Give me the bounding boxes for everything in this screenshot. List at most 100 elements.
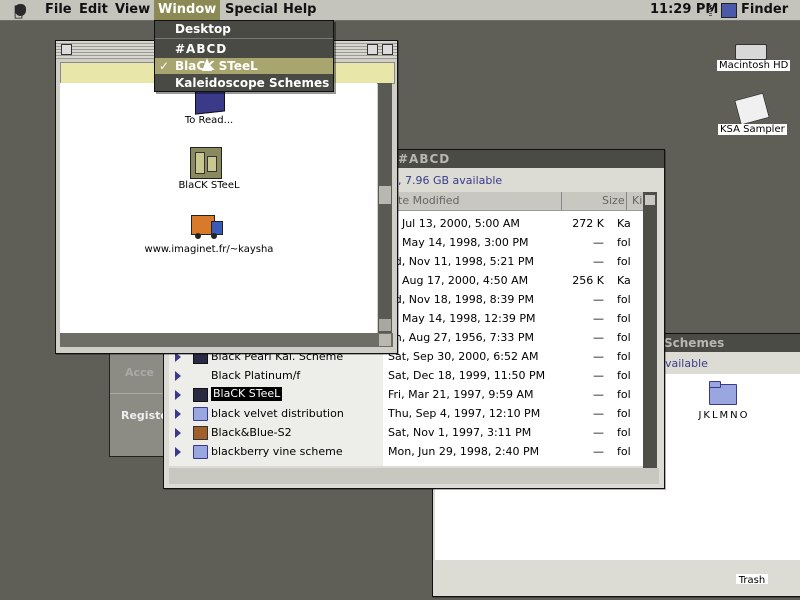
trash-label[interactable]: Trash [736,574,768,584]
divider-grip-icon [709,4,712,16]
date-modified: Sat, Dec 18, 1999, 11:50 PM [388,369,546,382]
collapse-box-icon[interactable] [382,44,393,55]
file-size: 272 K [572,217,604,230]
kaleidoscope-info: vailable [665,357,708,370]
file-kind: Ka [617,217,631,230]
resize-grip-icon[interactable] [379,334,391,346]
scroll-thumb[interactable] [379,186,391,204]
date-modified: u, Jul 13, 2000, 5:00 AM [388,217,520,230]
finder-icon [721,3,737,18]
file-kind: fol [617,426,631,439]
menu-window[interactable]: Window [154,0,221,20]
column-kind-header[interactable]: Ki [632,194,642,207]
file-name: blackberry vine scheme [211,445,343,458]
control-panel-icon[interactable] [190,147,222,179]
menu-help[interactable]: Help [280,0,319,20]
file-name: black velvet distribution [211,407,344,420]
file-size: — [593,426,604,439]
file-size: — [593,293,604,306]
black-steel-icon-label[interactable]: BlaCK STeeL [155,180,263,191]
table-row[interactable]: Black Platinum/f Sat, Dec 18, 1999, 11:50… [169,366,643,385]
background-window-divider [110,393,170,394]
folder-icon [193,445,208,459]
file-kind: fol [617,407,631,420]
bottom-bar [169,468,659,484]
horizontal-scrollbar[interactable] [60,333,393,347]
application-menu[interactable]: Finder [741,0,788,20]
file-size: — [593,331,604,344]
background-window-label: Registe [121,409,168,422]
date-modified: Sat, Sep 30, 2000, 6:52 AM [388,350,539,363]
disclosure-triangle-icon[interactable] [175,371,181,381]
menu-edit[interactable]: Edit [76,0,111,20]
black-steel-content: To Read... BlaCK STeeL www.imaginet.fr/~… [60,83,377,333]
file-size: — [593,350,604,363]
jklmno-folder-icon[interactable] [709,380,737,405]
table-row[interactable]: blackberry vine scheme Mon, Jun 29, 1998,… [169,442,643,461]
menu-bar:  File Edit View Window Special Help 11:… [0,0,800,21]
macintosh-hd-label[interactable]: Macintosh HD [717,60,791,71]
file-kind: fol [617,331,631,344]
file-kind: fol [617,350,631,363]
disclosure-triangle-icon[interactable] [175,428,181,438]
scheme-icon [193,388,208,402]
disclosure-triangle-icon[interactable] [175,390,181,400]
table-row[interactable]: Black&Blue-S2 Sat, Nov 1, 1997, 3:11 PM — f… [169,423,643,442]
date-modified: u, Aug 17, 2000, 4:50 AM [388,274,529,287]
zoom-box-icon[interactable] [367,44,378,55]
menu-item-kaleidoscope-schemes[interactable]: Kaleidoscope Schemes [155,75,333,91]
date-modified: ed, Nov 11, 1998, 5:21 PM [388,255,535,268]
to-read-label[interactable]: To Read... [155,115,263,126]
menu-item-abcd[interactable]: #ABCD [155,41,333,57]
vertical-scrollbar[interactable] [378,83,392,333]
ksa-sampler-label[interactable]: KSA Sampler [718,124,787,135]
file-kind: Ka [617,274,631,287]
file-kind: fol [617,312,631,325]
scroll-down-arrow-icon[interactable] [379,319,391,331]
date-modified: u, May 14, 1998, 12:39 PM [388,312,536,325]
background-window-text: Acce [125,366,155,379]
file-size: — [593,236,604,249]
disclosure-triangle-icon[interactable] [175,409,181,419]
application-icon[interactable] [734,92,770,126]
file-size: — [593,255,604,268]
date-modified: on, Aug 27, 1956, 7:33 PM [388,331,534,344]
arrow-icon [193,426,208,440]
date-modified: ed, Nov 18, 1998, 8:39 PM [388,293,535,306]
column-date-header[interactable]: te Modified [398,194,460,207]
window-title: Schemes [664,336,725,350]
website-link-label[interactable]: www.imaginet.fr/~kaysha [120,244,298,255]
background-window[interactable]: Acce Registe [109,350,171,457]
file-name: BlaCK STeeL [211,387,283,401]
apple-menu-icon-shape [15,4,26,16]
mouse-pointer-icon [202,58,212,71]
date-modified: Mon, Jun 29, 1998, 2:40 PM [388,445,540,458]
date-modified: Thu, Sep 4, 1997, 12:10 PM [388,407,541,420]
file-kind: fol [617,388,631,401]
menu-special[interactable]: Special [222,0,281,20]
folder-icon [193,407,208,421]
window-title: #ABCD [398,152,451,166]
menu-item-black-steel[interactable]: ✓ BlaCK STeeL [155,58,333,74]
column-size-header[interactable]: Size [602,194,625,207]
table-row[interactable]: BlaCK STeeL Fri, Mar 21, 1997, 9:59 AM — fo… [169,385,643,404]
file-size: — [593,388,604,401]
file-size: — [593,312,604,325]
delivery-truck-icon[interactable] [191,211,223,241]
vertical-scrollbar[interactable] [643,192,657,468]
file-size: 256 K [572,274,604,287]
file-size: — [593,445,604,458]
jklmno-folder-label[interactable]: JKLMNO [687,410,761,421]
close-box-icon[interactable] [61,44,72,55]
window-menu-dropdown: Desktop #ABCD ✓ BlaCK STeeL Kaleidoscope… [154,20,334,92]
file-name: Black Platinum/f [211,369,301,382]
menu-file[interactable]: File [42,0,75,20]
menu-item-desktop[interactable]: Desktop [155,21,333,37]
column-divider [626,192,627,210]
file-kind: fol [617,236,631,249]
disclosure-triangle-icon[interactable] [175,447,181,457]
menu-view[interactable]: View [112,0,153,20]
scroll-up-arrow-icon[interactable] [645,195,655,205]
hard-disk-icon[interactable] [735,44,767,60]
table-row[interactable]: black velvet distribution Thu, Sep 4, 199… [169,404,643,423]
